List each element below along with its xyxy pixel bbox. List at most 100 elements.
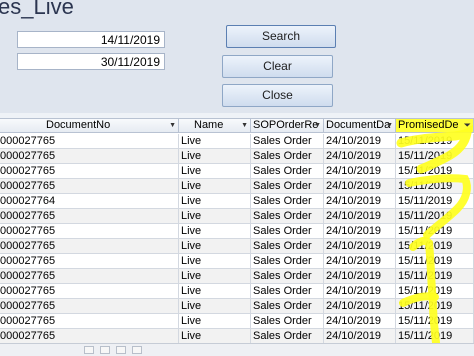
dropdown-arrow-icon[interactable]: ▼ (169, 119, 176, 132)
dropdown-arrow-icon[interactable]: ▼ (386, 119, 393, 132)
cell-promiseddate[interactable]: 15/11/2019 (396, 149, 474, 164)
cell-documentdate[interactable]: 24/10/2019 (324, 179, 396, 194)
cell-documentno[interactable]: 000027765 (0, 134, 179, 149)
cell-documentdate[interactable]: 24/10/2019 (324, 254, 396, 269)
cell-documentdate[interactable]: 24/10/2019 (324, 194, 396, 209)
cell-name[interactable]: Live (179, 269, 251, 284)
cell-promiseddate[interactable]: 15/11/2019 (396, 179, 474, 194)
cell-promiseddate[interactable]: 15/11/2019 (396, 164, 474, 179)
cell-soporderref[interactable]: Sales Order (251, 254, 324, 269)
cell-documentno[interactable]: 000027765 (0, 329, 179, 344)
cell-soporderref[interactable]: Sales Order (251, 134, 324, 149)
cell-name[interactable]: Live (179, 329, 251, 344)
column-header-documentdate[interactable]: DocumentDa ▼ (324, 119, 396, 133)
cell-soporderref[interactable]: Sales Order (251, 194, 324, 209)
table-row[interactable]: 000027764 Live Sales Order 24/10/2019 15/11/… (0, 194, 474, 209)
cell-name[interactable]: Live (179, 224, 251, 239)
cell-promiseddate[interactable]: 15/11/2019 (396, 209, 474, 224)
date-from-field[interactable]: 14/11/2019 (17, 31, 165, 48)
table-row[interactable]: 000027765 Live Sales Order 24/10/2019 15/11/… (0, 179, 474, 194)
table-row[interactable]: 000027765 Live Sales Order 24/10/2019 15/11/… (0, 164, 474, 179)
dropdown-arrow-icon[interactable]: ▼ (314, 119, 321, 132)
cell-documentdate[interactable]: 24/10/2019 (324, 284, 396, 299)
cell-soporderref[interactable]: Sales Order (251, 164, 324, 179)
table-row[interactable]: 000027765 Live Sales Order 24/10/2019 15/11/… (0, 329, 474, 344)
cell-name[interactable]: Live (179, 314, 251, 329)
table-row[interactable]: 000027765 Live Sales Order 24/10/2019 15/11/… (0, 224, 474, 239)
search-button[interactable]: Search (226, 25, 336, 48)
cell-soporderref[interactable]: Sales Order (251, 299, 324, 314)
cell-documentno[interactable]: 000027765 (0, 209, 179, 224)
nav-box[interactable] (84, 346, 94, 354)
table-row[interactable]: 000027765 Live Sales Order 24/10/2019 15/11/… (0, 149, 474, 164)
cell-documentno[interactable]: 000027765 (0, 224, 179, 239)
cell-documentdate[interactable]: 24/10/2019 (324, 134, 396, 149)
column-header-name[interactable]: Name ▼ (179, 119, 251, 133)
cell-promiseddate[interactable]: 15/11/2019 (396, 329, 474, 344)
cell-name[interactable]: Live (179, 164, 251, 179)
table-row[interactable]: 000027765 Live Sales Order 24/10/2019 15/11/… (0, 269, 474, 284)
cell-name[interactable]: Live (179, 194, 251, 209)
cell-name[interactable]: Live (179, 254, 251, 269)
cell-documentdate[interactable]: 24/10/2019 (324, 329, 396, 344)
cell-promiseddate[interactable]: 15/11/2019 (396, 314, 474, 329)
cell-documentno[interactable]: 000027765 (0, 179, 179, 194)
filter-icon[interactable]: ⏷ (464, 119, 471, 132)
cell-soporderref[interactable]: Sales Order (251, 284, 324, 299)
cell-soporderref[interactable]: Sales Order (251, 314, 324, 329)
cell-soporderref[interactable]: Sales Order (251, 149, 324, 164)
table-row[interactable]: 000027765 Live Sales Order 24/10/2019 15/11/… (0, 254, 474, 269)
table-row[interactable]: 000027765 Live Sales Order 24/10/2019 15/11/… (0, 284, 474, 299)
cell-soporderref[interactable]: Sales Order (251, 179, 324, 194)
cell-soporderref[interactable]: Sales Order (251, 269, 324, 284)
nav-box[interactable] (116, 346, 126, 354)
clear-button[interactable]: Clear (222, 55, 333, 78)
nav-box[interactable] (100, 346, 110, 354)
close-button[interactable]: Close (222, 84, 333, 107)
column-header-documentno[interactable]: DocumentNo ▼ (0, 119, 179, 133)
cell-documentno[interactable]: 000027765 (0, 254, 179, 269)
cell-promiseddate[interactable]: 15/11/2019 (396, 284, 474, 299)
cell-name[interactable]: Live (179, 284, 251, 299)
cell-documentno[interactable]: 000027764 (0, 194, 179, 209)
cell-documentno[interactable]: 000027765 (0, 149, 179, 164)
cell-documentno[interactable]: 000027765 (0, 164, 179, 179)
cell-promiseddate[interactable]: 15/11/2019 (396, 254, 474, 269)
cell-promiseddate[interactable]: 15/11/2019 (396, 239, 474, 254)
cell-documentdate[interactable]: 24/10/2019 (324, 149, 396, 164)
cell-documentno[interactable]: 000027765 (0, 269, 179, 284)
date-to-field[interactable]: 30/11/2019 (17, 53, 165, 70)
cell-soporderref[interactable]: Sales Order (251, 329, 324, 344)
column-header-promiseddate[interactable]: PromisedDe ⏷ (396, 119, 474, 133)
table-row[interactable]: 000027765 Live Sales Order 24/10/2019 15/11/… (0, 239, 474, 254)
cell-documentno[interactable]: 000027765 (0, 314, 179, 329)
cell-name[interactable]: Live (179, 179, 251, 194)
table-row[interactable]: 000027765 Live Sales Order 24/10/2019 15/11/… (0, 314, 474, 329)
cell-documentdate[interactable]: 24/10/2019 (324, 314, 396, 329)
cell-soporderref[interactable]: Sales Order (251, 209, 324, 224)
cell-soporderref[interactable]: Sales Order (251, 224, 324, 239)
nav-box[interactable] (132, 346, 142, 354)
dropdown-arrow-icon[interactable]: ▼ (241, 119, 248, 132)
cell-name[interactable]: Live (179, 149, 251, 164)
column-header-soporderref[interactable]: SOPOrderRe ▼ (251, 119, 324, 133)
cell-promiseddate[interactable]: 15/11/2019 (396, 269, 474, 284)
cell-name[interactable]: Live (179, 134, 251, 149)
cell-documentdate[interactable]: 24/10/2019 (324, 164, 396, 179)
cell-documentdate[interactable]: 24/10/2019 (324, 299, 396, 314)
cell-promiseddate[interactable]: 15/11/2019 (396, 299, 474, 314)
cell-documentdate[interactable]: 24/10/2019 (324, 209, 396, 224)
cell-promiseddate[interactable]: 15/11/2019 (396, 194, 474, 209)
cell-documentdate[interactable]: 24/10/2019 (324, 239, 396, 254)
cell-name[interactable]: Live (179, 239, 251, 254)
cell-documentno[interactable]: 000027765 (0, 239, 179, 254)
table-row[interactable]: 000027765 Live Sales Order 24/10/2019 15/11/… (0, 299, 474, 314)
cell-documentdate[interactable]: 24/10/2019 (324, 269, 396, 284)
cell-soporderref[interactable]: Sales Order (251, 239, 324, 254)
cell-documentno[interactable]: 000027765 (0, 284, 179, 299)
cell-documentdate[interactable]: 24/10/2019 (324, 224, 396, 239)
cell-name[interactable]: Live (179, 299, 251, 314)
table-row[interactable]: 000027765 Live Sales Order 24/10/2019 15/11/… (0, 134, 474, 149)
cell-promiseddate[interactable]: 15/11/2019 (396, 134, 474, 149)
cell-name[interactable]: Live (179, 209, 251, 224)
